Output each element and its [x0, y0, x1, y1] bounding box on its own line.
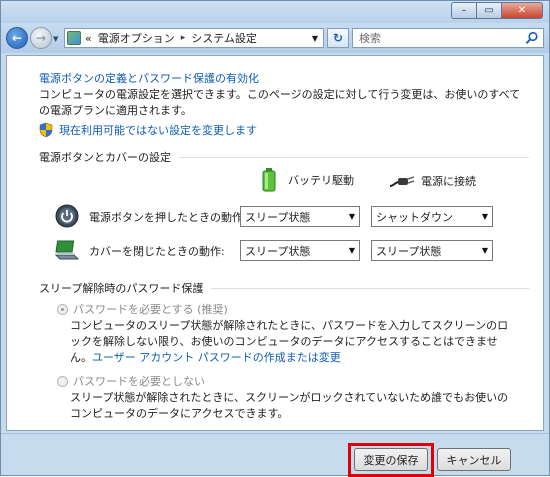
refresh-button[interactable]: ↻	[327, 28, 349, 48]
power-button-group-title: 電源ボタンとカバーの設定	[39, 149, 529, 165]
window: – ▭ ✕ ← → ▼ « 電源オプション ▸ システム設定 ▼ ↻ 検索 電源…	[0, 0, 550, 477]
divider	[179, 156, 529, 158]
forward-button[interactable]: →	[30, 27, 52, 49]
breadcrumb-power-options[interactable]: 電源オプション	[98, 30, 175, 46]
battery-column-header: バッテリ駆動	[262, 168, 354, 192]
require-password-description: コンピュータのスリープ状態が解除されたときに、パスワードを入力してスクリーンのロ…	[70, 318, 510, 366]
power-button-battery-value: スリープ状態	[245, 210, 311, 224]
plugged-column-label: 電源に接続	[421, 175, 476, 188]
password-group-title: スリープ解除時のパスワード保護	[39, 280, 529, 296]
lid-close-action-label: カバーを閉じたときの動作:	[89, 245, 225, 258]
battery-column-label: バッテリ駆動	[288, 174, 354, 187]
require-password-label: パスワードを必要とする (推奨)	[73, 303, 228, 316]
no-password-option[interactable]: パスワードを必要としない	[57, 373, 205, 389]
chevron-down-icon: ▼	[348, 212, 355, 221]
power-button-plugged-select[interactable]: シャットダウン ▼	[371, 206, 493, 227]
plugged-column-header: 電源に接続	[389, 173, 476, 189]
footer-divider	[1, 433, 549, 434]
user-account-password-link[interactable]: ユーザー アカウント パスワードの作成または変更	[92, 351, 341, 364]
power-button-action-label: 電源ボタンを押したときの動作:	[89, 211, 247, 224]
lid-plugged-value: スリープ状態	[376, 244, 442, 258]
search-icon[interactable]	[525, 31, 539, 45]
no-password-radio[interactable]	[57, 375, 68, 387]
require-password-radio[interactable]	[57, 303, 68, 315]
chevron-down-icon: ▼	[348, 246, 355, 255]
page-description: コンピュータの電源設定を選択できます。このページの設定に対して行う変更は、お使い…	[39, 88, 521, 117]
save-button-highlight	[348, 443, 434, 477]
address-dropdown-icon[interactable]: ▼	[307, 29, 323, 47]
password-group-label: スリープ解除時のパスワード保護	[39, 282, 204, 295]
lid-plugged-select[interactable]: スリープ状態 ▼	[371, 240, 493, 261]
minimize-button[interactable]: –	[451, 2, 477, 19]
chevron-down-icon: ▼	[481, 246, 488, 255]
address-bar[interactable]: « 電源オプション ▸ システム設定 ▼	[64, 28, 324, 48]
shield-icon	[39, 122, 53, 138]
plug-icon	[389, 176, 415, 187]
search-placeholder: 検索	[359, 32, 381, 45]
lid-battery-select[interactable]: スリープ状態 ▼	[240, 240, 360, 261]
back-button[interactable]: ←	[6, 27, 28, 49]
divider	[211, 287, 529, 289]
maximize-button[interactable]: ▭	[476, 2, 502, 19]
change-unavailable-settings-link-row[interactable]: 現在利用可能ではない設定を変更します	[39, 122, 257, 138]
recent-pages-dropdown[interactable]: ▼	[53, 35, 58, 43]
power-button-battery-select[interactable]: スリープ状態 ▼	[240, 206, 360, 227]
navigation-bar: ← → ▼ « 電源オプション ▸ システム設定 ▼ ↻ 検索	[1, 23, 549, 53]
laptop-lid-icon	[55, 240, 79, 260]
search-input[interactable]: 検索	[352, 28, 544, 48]
require-password-option[interactable]: パスワードを必要とする (推奨)	[57, 301, 228, 317]
no-password-description: スリープ状態が解除されたときに、スクリーンがロックされていないため誰でもお使いの…	[70, 391, 509, 420]
lid-battery-value: スリープ状態	[245, 244, 311, 258]
power-button-group-label: 電源ボタンとカバーの設定	[39, 151, 171, 164]
battery-icon	[262, 168, 276, 192]
no-password-label: パスワードを必要としない	[73, 375, 205, 388]
change-unavailable-settings-link[interactable]: 現在利用可能ではない設定を変更します	[59, 122, 257, 138]
breadcrumb-system-settings[interactable]: システム設定	[191, 30, 257, 46]
page-title: 電源ボタンの定義とパスワード保護の有効化	[39, 72, 259, 85]
main-content: 電源ボタンの定義とパスワード保護の有効化 コンピュータの電源設定を選択できます。…	[6, 55, 544, 431]
power-button-icon	[55, 204, 79, 228]
cancel-button[interactable]: キャンセル	[437, 448, 511, 471]
close-button[interactable]: ✕	[501, 2, 543, 19]
address-prefix[interactable]: «	[85, 32, 92, 45]
caption-buttons: – ▭ ✕	[451, 2, 543, 19]
breadcrumb-separator[interactable]: ▸	[181, 33, 186, 43]
control-panel-icon	[67, 31, 81, 45]
chevron-down-icon: ▼	[481, 212, 488, 221]
power-button-plugged-value: シャットダウン	[376, 210, 453, 224]
title-bar: – ▭ ✕	[1, 1, 549, 23]
